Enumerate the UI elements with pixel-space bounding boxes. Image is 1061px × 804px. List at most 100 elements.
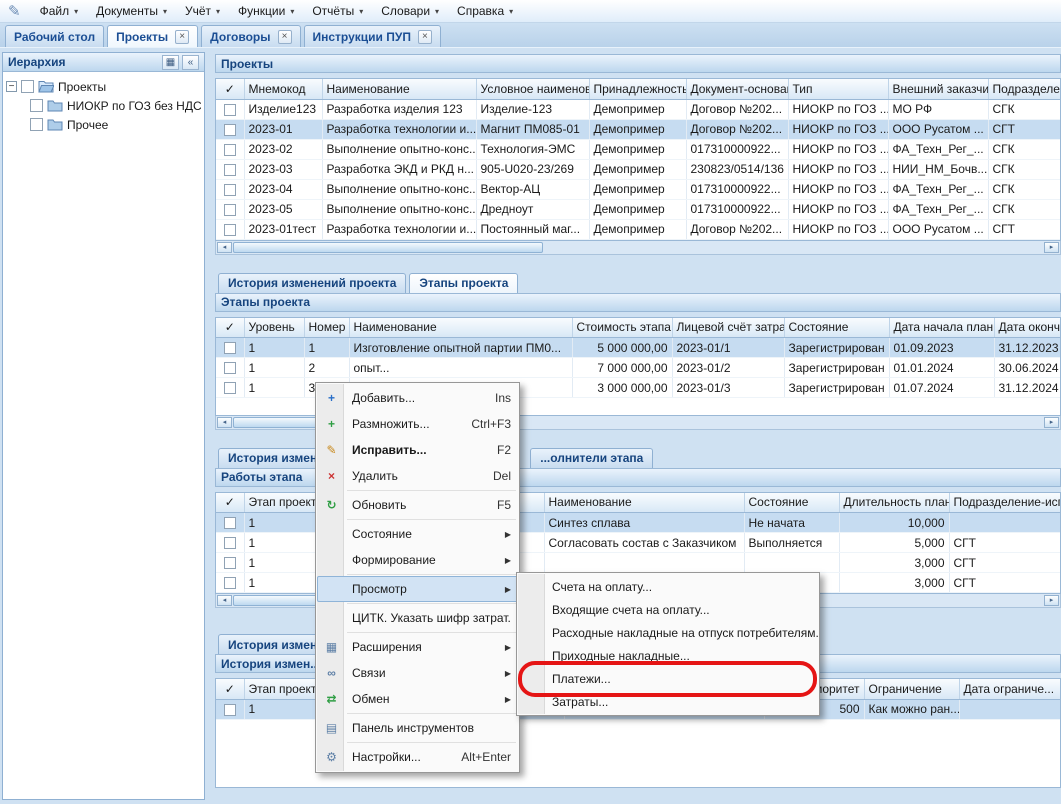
- scroll-right-icon[interactable]: ▸: [1044, 242, 1059, 253]
- column-header-constraint-date[interactable]: Дата ограниче...: [959, 679, 1061, 699]
- row-checkbox[interactable]: [224, 557, 236, 569]
- project-row[interactable]: 2023-01 Разработка технологии и... Магни…: [216, 119, 1061, 139]
- column-header-ownership[interactable]: Принадлежность: [589, 79, 686, 99]
- menu-item-extensions[interactable]: ▦ Расширения ▶: [317, 634, 518, 660]
- column-header-constraint[interactable]: Ограничение: [864, 679, 959, 699]
- project-row[interactable]: 2023-02 Выполнение опытно-конс... Технол…: [216, 139, 1061, 159]
- submenu-item-incoming-invoices[interactable]: Входящие счета на оплату...: [518, 598, 818, 621]
- row-checkbox[interactable]: [224, 577, 236, 589]
- column-header-name[interactable]: Наименование: [349, 318, 572, 338]
- scroll-right-icon[interactable]: ▸: [1044, 595, 1059, 606]
- stage-row[interactable]: 1 1 Изготовление опытной партии ПМ0... 5…: [216, 338, 1061, 358]
- tree-checkbox[interactable]: [30, 118, 43, 131]
- column-header-duration-plan[interactable]: Длительность план▼: [839, 493, 949, 513]
- tree-checkbox[interactable]: [30, 99, 43, 112]
- column-header-external-customer[interactable]: Внешний заказчик: [888, 79, 988, 99]
- column-header-check[interactable]: ✓: [216, 79, 244, 99]
- row-checkbox[interactable]: [224, 144, 236, 156]
- menu-item-refresh[interactable]: ↻ Обновить F5: [317, 492, 518, 518]
- column-header-type[interactable]: Тип: [788, 79, 888, 99]
- scroll-left-icon[interactable]: ◂: [217, 242, 232, 253]
- menubar-item[interactable]: Словари ▾: [372, 1, 448, 21]
- row-checkbox[interactable]: [224, 704, 236, 716]
- project-row[interactable]: 2023-04 Выполнение опытно-конс... Вектор…: [216, 179, 1061, 199]
- column-header-name[interactable]: Наименование: [322, 79, 476, 99]
- column-header-project-stage[interactable]: Этап проекта: [244, 493, 324, 513]
- column-header-base-document[interactable]: Документ-основан: [686, 79, 788, 99]
- hierarchy-grid-icon[interactable]: ▦: [162, 55, 179, 70]
- column-header-department-executor[interactable]: Подразделение-исп: [949, 493, 1061, 513]
- row-checkbox[interactable]: [224, 517, 236, 529]
- menu-item-citk-cost-code[interactable]: ЦИТК. Указать шифр затрат...: [317, 605, 518, 631]
- column-header-check[interactable]: ✓: [216, 493, 244, 513]
- column-header-mnemocode[interactable]: Мнемокод: [244, 79, 322, 99]
- submenu-item-costs[interactable]: Затраты...: [518, 690, 818, 713]
- hierarchy-collapse-icon[interactable]: «: [182, 55, 199, 70]
- row-checkbox[interactable]: [224, 224, 236, 236]
- project-row[interactable]: 2023-01тест Разработка технологии и... П…: [216, 219, 1061, 239]
- menubar-item[interactable]: Отчёты ▾: [303, 1, 372, 21]
- menu-item-add[interactable]: + Добавить... Ins: [317, 385, 518, 411]
- tree-item[interactable]: Прочее: [30, 115, 201, 134]
- menubar-item[interactable]: Функции ▾: [229, 1, 303, 21]
- menu-item-exchange[interactable]: ⇄ Обмен ▶: [317, 686, 518, 712]
- submenu-item-outgoing-waybills[interactable]: Расходные накладные на отпуск потребител…: [518, 621, 818, 644]
- project-row[interactable]: Изделие123 Разработка изделия 123 Издели…: [216, 99, 1061, 119]
- scroll-left-icon[interactable]: ◂: [217, 417, 232, 428]
- menubar-item[interactable]: Учёт ▾: [176, 1, 229, 21]
- column-header-project-stage[interactable]: Этап проекта: [244, 679, 324, 699]
- section-tab[interactable]: ...олнители этапа: [530, 448, 653, 468]
- document-tab[interactable]: Рабочий стол: [5, 25, 104, 47]
- row-checkbox[interactable]: [224, 362, 236, 374]
- document-tab[interactable]: Инструкции ПУП ×: [304, 25, 441, 47]
- document-tab[interactable]: Договоры ×: [201, 25, 300, 47]
- row-checkbox[interactable]: [224, 342, 236, 354]
- menu-item-delete[interactable]: × Удалить Del: [317, 463, 518, 489]
- column-header-level[interactable]: Уровень: [244, 318, 304, 338]
- column-header-stage-cost[interactable]: Стоимость этапа: [572, 318, 672, 338]
- column-header-conditional-name[interactable]: Условное наименова: [476, 79, 589, 99]
- tree-item[interactable]: НИОКР по ГОЗ без НДС: [30, 96, 201, 115]
- row-checkbox[interactable]: [224, 124, 236, 136]
- submenu-item-incoming-waybills[interactable]: Приходные накладные...: [518, 644, 818, 667]
- row-checkbox[interactable]: [224, 164, 236, 176]
- section-tab[interactable]: Этапы проекта: [409, 273, 518, 293]
- menubar-item[interactable]: Файл ▾: [31, 1, 88, 21]
- row-checkbox[interactable]: [224, 204, 236, 216]
- menu-item-formation[interactable]: Формирование ▶: [317, 547, 518, 573]
- row-checkbox[interactable]: [224, 104, 236, 116]
- tab-close-icon[interactable]: ×: [175, 30, 189, 44]
- menu-item-links[interactable]: ∞ Связи ▶: [317, 660, 518, 686]
- horizontal-scrollbar[interactable]: ◂ ▸: [215, 241, 1061, 255]
- column-header-state[interactable]: Состояние: [784, 318, 889, 338]
- tab-close-icon[interactable]: ×: [418, 30, 432, 44]
- column-header-state[interactable]: Состояние: [744, 493, 839, 513]
- row-checkbox[interactable]: [224, 537, 236, 549]
- project-row[interactable]: 2023-03 Разработка ЭКД и РКД н... 905-U0…: [216, 159, 1061, 179]
- submenu-item-invoices[interactable]: Счета на оплату...: [518, 575, 818, 598]
- row-checkbox[interactable]: [224, 382, 236, 394]
- stage-row[interactable]: 1 2 опыт... 7 000 000,00 2023-01/2 Зарег…: [216, 358, 1061, 378]
- submenu-item-payments[interactable]: Платежи...: [518, 667, 818, 690]
- menubar-item[interactable]: Документы ▾: [87, 1, 176, 21]
- document-tab[interactable]: Проекты ×: [107, 25, 198, 47]
- column-header-check[interactable]: ✓: [216, 318, 244, 338]
- column-header-check[interactable]: ✓: [216, 679, 244, 699]
- tree-item-projects-root[interactable]: − Проекты: [6, 77, 201, 96]
- menu-item-edit[interactable]: ✎ Исправить... F2: [317, 437, 518, 463]
- menu-item-state[interactable]: Состояние ▶: [317, 521, 518, 547]
- column-header-cost-account[interactable]: Лицевой счёт затрат: [672, 318, 784, 338]
- menu-item-duplicate[interactable]: + Размножить... Ctrl+F3: [317, 411, 518, 437]
- column-header-number[interactable]: Номер: [304, 318, 349, 338]
- collapse-expander-icon[interactable]: −: [6, 81, 17, 92]
- column-header-department[interactable]: Подразделени: [988, 79, 1061, 99]
- tree-checkbox[interactable]: [21, 80, 34, 93]
- menubar-item[interactable]: Справка ▾: [448, 1, 522, 21]
- scroll-right-icon[interactable]: ▸: [1044, 417, 1059, 428]
- column-header-start-date[interactable]: Дата начала план: [889, 318, 994, 338]
- tab-close-icon[interactable]: ×: [278, 30, 292, 44]
- menu-item-toolbar[interactable]: ▤ Панель инструментов: [317, 715, 518, 741]
- column-header-end-date[interactable]: Дата оконча...: [994, 318, 1061, 338]
- section-tab[interactable]: История изменений проекта: [218, 273, 406, 293]
- scrollbar-thumb[interactable]: [233, 242, 543, 253]
